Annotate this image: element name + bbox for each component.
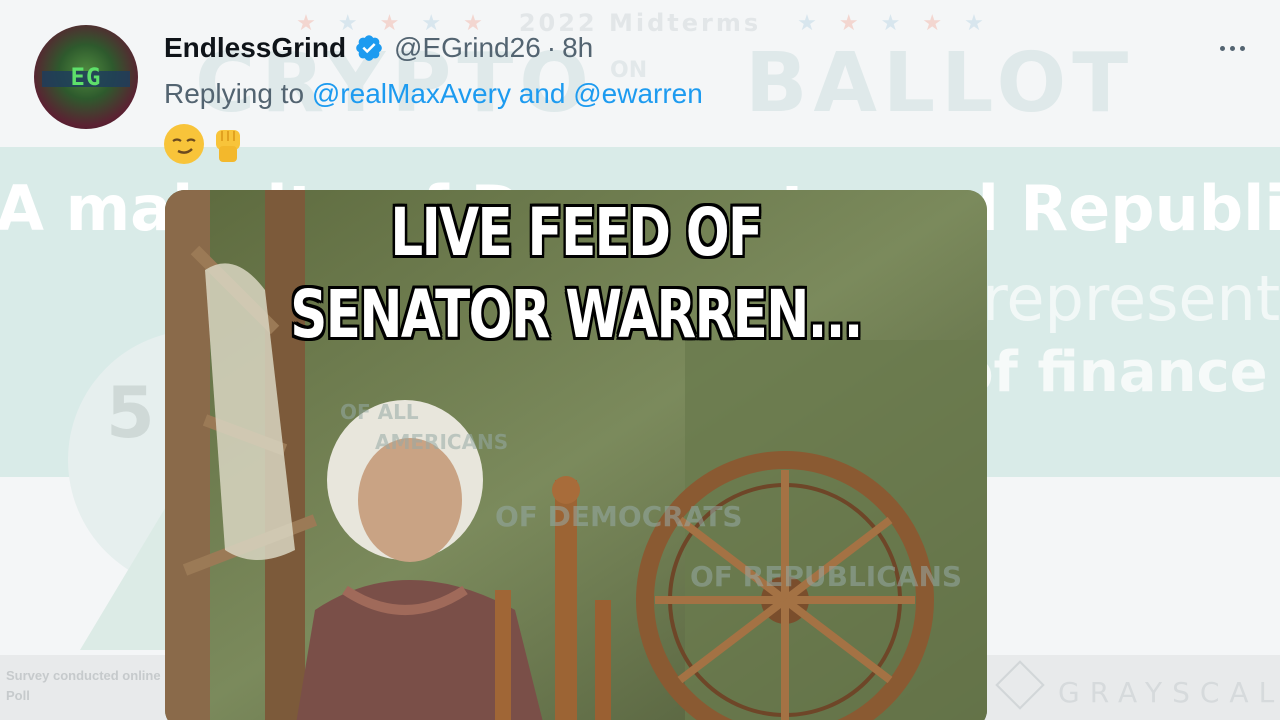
tweet-text <box>164 124 248 164</box>
smirking-face-icon <box>164 124 204 164</box>
tweet: EG EndlessGrind @EGrind26 · 8h Replying … <box>0 0 1280 720</box>
dot-icon <box>1239 45 1245 51</box>
separator-dot: · <box>546 32 557 63</box>
more-options-icon[interactable] <box>1212 38 1252 58</box>
mention-link[interactable]: @realMaxAvery <box>312 78 511 109</box>
mention-and: and <box>518 78 566 109</box>
replying-prefix: Replying to <box>164 78 305 109</box>
raised-fist-icon <box>208 124 248 164</box>
avatar[interactable]: EG <box>34 25 138 129</box>
replying-to: Replying to @realMaxAvery and @ewarren <box>164 78 703 110</box>
fist-svg <box>216 130 240 162</box>
avatar-text: EG <box>70 63 102 91</box>
verified-badge-icon <box>356 35 382 61</box>
timestamp[interactable]: 8h <box>562 32 593 64</box>
display-name[interactable]: EndlessGrind <box>164 32 346 64</box>
tweet-media-image[interactable]: OF ALL AMERICANS OF DEMOCRATS OF REPUBLI… <box>165 190 987 720</box>
caption-line-2: SENATOR WARREN... <box>290 276 863 353</box>
dot-icon <box>1229 45 1235 51</box>
mention-link[interactable]: @ewarren <box>573 78 703 109</box>
caption-line-1: LIVE FEED OF <box>390 194 763 271</box>
meme-caption: LIVE FEED OF SENATOR WARREN... <box>165 190 987 356</box>
dot-icon <box>1219 45 1225 51</box>
smirk-face-svg <box>165 125 203 163</box>
tweet-header: EndlessGrind @EGrind26 · 8h <box>164 28 593 68</box>
handle[interactable]: @EGrind26 <box>394 32 541 64</box>
